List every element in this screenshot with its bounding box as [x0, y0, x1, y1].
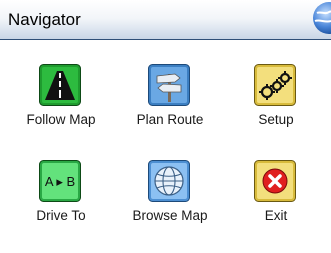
gears-icon — [254, 64, 296, 106]
navigator-window: Navigator Follow Map Plan Route Setup A … — [0, 0, 331, 253]
browse-map-label: Browse Map — [132, 208, 208, 223]
setup-label: Setup — [258, 112, 294, 127]
svg-text:A ▸ B: A ▸ B — [45, 174, 75, 189]
browse-map-button[interactable]: Browse Map — [124, 160, 216, 250]
close-circle-icon — [254, 160, 296, 202]
road-icon — [39, 64, 81, 106]
follow-map-button[interactable]: Follow Map — [15, 64, 107, 154]
globe-icon — [148, 160, 190, 202]
exit-button[interactable]: Exit — [230, 160, 322, 250]
exit-label: Exit — [264, 208, 288, 223]
follow-map-label: Follow Map — [26, 112, 96, 127]
a-to-b-icon: A ▸ B — [39, 160, 81, 202]
plan-route-button[interactable]: Plan Route — [124, 64, 216, 154]
drive-to-button[interactable]: A ▸ B Drive To — [15, 160, 107, 250]
globe-logo-icon — [305, 1, 331, 39]
title-bar: Navigator — [0, 0, 331, 40]
plan-route-label: Plan Route — [136, 112, 204, 127]
window-title: Navigator — [8, 10, 81, 29]
setup-button[interactable]: Setup — [230, 64, 322, 154]
drive-to-label: Drive To — [36, 208, 86, 223]
signpost-icon — [148, 64, 190, 106]
